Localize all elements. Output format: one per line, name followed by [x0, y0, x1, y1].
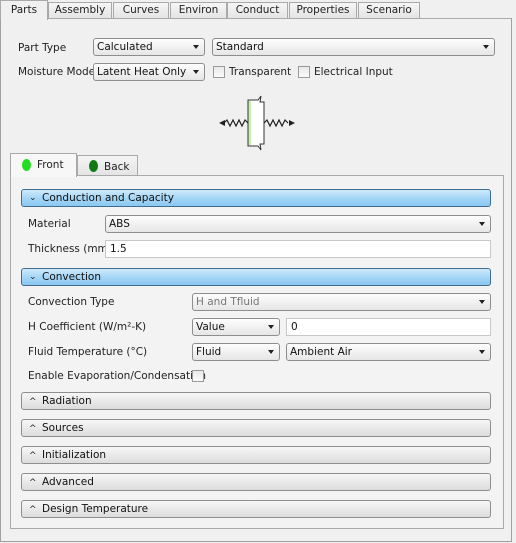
back-indicator-icon	[89, 160, 98, 172]
h-coefficient-mode-select[interactable]: Value	[192, 318, 280, 336]
tab-assembly[interactable]: Assembly	[48, 2, 112, 19]
section-design-temperature-title: Design Temperature	[42, 503, 149, 515]
fluid-temperature-value: Ambient Air	[290, 346, 352, 358]
section-sources-header[interactable]: ^ Sources	[21, 419, 491, 437]
section-convection-header[interactable]: ⌄ Convection	[21, 268, 491, 286]
evaporation-label: Enable Evaporation/Condensation	[28, 370, 207, 382]
convection-type-select[interactable]: H and Tfluid	[192, 293, 491, 311]
section-advanced-header[interactable]: ^ Advanced	[21, 473, 491, 491]
dropdown-arrow-icon	[483, 45, 489, 49]
fluid-temperature-select[interactable]: Ambient Air	[286, 343, 491, 361]
h-coefficient-input[interactable]: 0	[286, 318, 491, 336]
tab-front-label: Front	[37, 159, 64, 171]
h-coefficient-mode-value: Value	[196, 321, 225, 333]
moisture-model-value: Latent Heat Only	[97, 66, 187, 78]
section-radiation-header[interactable]: ^ Radiation	[21, 392, 491, 410]
section-advanced-title: Advanced	[42, 476, 94, 488]
material-value: ABS	[109, 218, 130, 230]
front-indicator-icon	[22, 159, 31, 171]
tab-front[interactable]: Front	[10, 153, 77, 177]
h-coefficient-label: H Coefficient (W/m²-K)	[28, 321, 147, 333]
section-convection-title: Convection	[42, 271, 101, 283]
electrical-input-label: Electrical Input	[314, 66, 393, 78]
convection-type-value: H and Tfluid	[196, 296, 260, 308]
transparent-checkbox[interactable]	[213, 66, 225, 78]
dropdown-arrow-icon	[193, 45, 199, 49]
wall-heat-transfer-icon	[219, 95, 295, 151]
chevron-up-icon: ^	[29, 478, 37, 488]
dropdown-arrow-icon	[479, 300, 485, 304]
material-select[interactable]: ABS	[105, 215, 491, 233]
fluid-temperature-label: Fluid Temperature (°C)	[28, 346, 148, 358]
chevron-up-icon: ^	[29, 397, 37, 407]
chevron-down-icon: ⌄	[29, 193, 37, 203]
section-conduction-title: Conduction and Capacity	[42, 192, 174, 204]
dropdown-arrow-icon	[479, 222, 485, 226]
part-type-select[interactable]: Calculated	[93, 38, 205, 56]
dropdown-arrow-icon	[268, 325, 274, 329]
moisture-model-label: Moisture Model	[18, 66, 99, 78]
section-design-temperature-header[interactable]: ^ Design Temperature	[21, 500, 491, 518]
chevron-up-icon: ^	[29, 505, 37, 515]
evaporation-checkbox[interactable]	[192, 370, 204, 382]
part-subtype-select[interactable]: Standard	[212, 38, 495, 56]
fluid-temperature-mode-value: Fluid	[196, 346, 222, 358]
fluid-temperature-mode-select[interactable]: Fluid	[192, 343, 280, 361]
part-type-value: Calculated	[97, 41, 153, 53]
thickness-input[interactable]: 1.5	[105, 240, 491, 258]
tab-back[interactable]: Back	[77, 155, 138, 177]
chevron-down-icon: ⌄	[29, 272, 37, 282]
main-tab-bar: Parts Assembly Curves Environ Conduct Pr…	[0, 0, 516, 20]
chevron-up-icon: ^	[29, 451, 37, 461]
chevron-up-icon: ^	[29, 424, 37, 434]
section-radiation-title: Radiation	[42, 395, 92, 407]
moisture-model-select[interactable]: Latent Heat Only	[93, 63, 205, 81]
transparent-label: Transparent	[229, 66, 292, 78]
dropdown-arrow-icon	[479, 350, 485, 354]
tab-scenario[interactable]: Scenario	[358, 2, 420, 19]
section-initialization-title: Initialization	[42, 449, 107, 461]
dropdown-arrow-icon	[193, 70, 199, 74]
section-conduction-header[interactable]: ⌄ Conduction and Capacity	[21, 189, 491, 207]
tab-conduct[interactable]: Conduct	[227, 2, 288, 19]
convection-type-label: Convection Type	[28, 296, 115, 308]
tab-properties[interactable]: Properties	[289, 2, 357, 19]
material-label: Material	[28, 218, 71, 230]
thickness-label: Thickness (mm)	[28, 243, 112, 255]
tab-curves[interactable]: Curves	[113, 2, 169, 19]
tab-environ[interactable]: Environ	[170, 2, 227, 19]
part-subtype-value: Standard	[216, 41, 264, 53]
dropdown-arrow-icon	[268, 350, 274, 354]
part-type-label: Part Type	[18, 42, 67, 54]
tab-parts[interactable]: Parts	[0, 0, 48, 20]
section-initialization-header[interactable]: ^ Initialization	[21, 446, 491, 464]
section-sources-title: Sources	[42, 422, 84, 434]
electrical-input-checkbox[interactable]	[298, 66, 310, 78]
